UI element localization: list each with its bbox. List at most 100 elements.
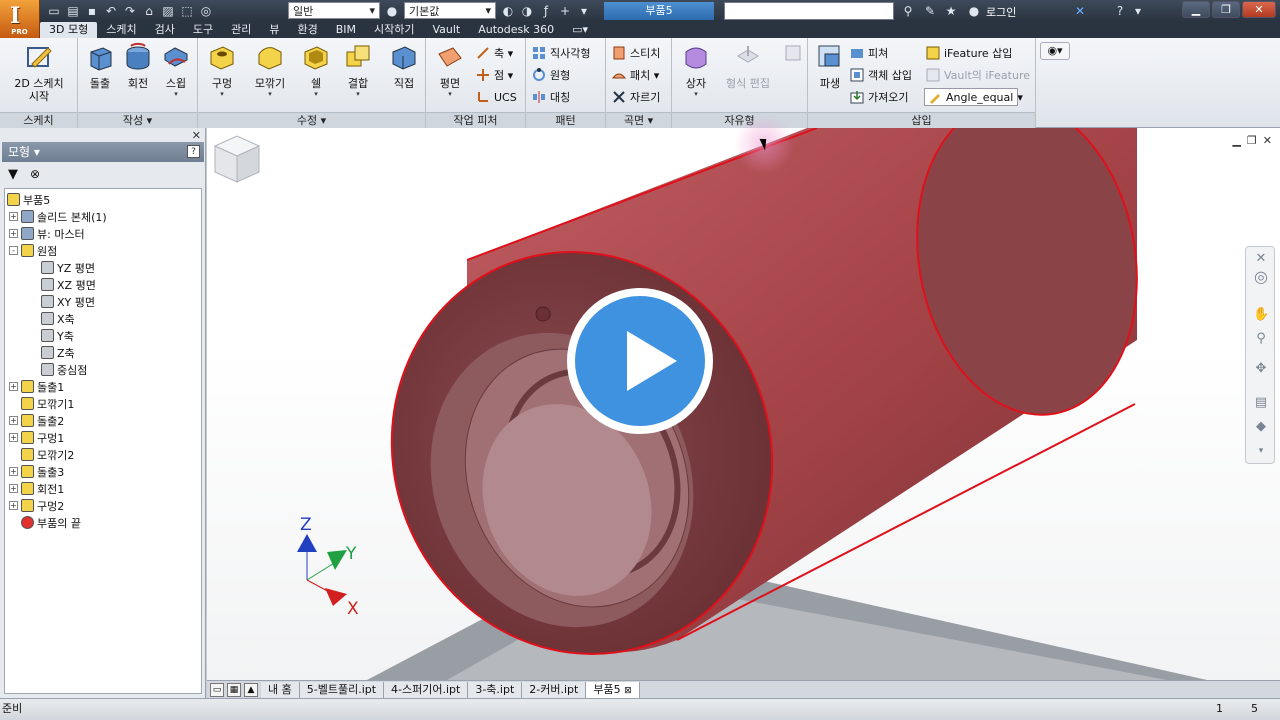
navbar-close-icon[interactable]: ✕	[1253, 251, 1269, 267]
tab-vault[interactable]: Vault	[423, 22, 469, 38]
tree-node[interactable]: 부품5	[7, 191, 50, 208]
tree-expander-icon[interactable]: +	[9, 467, 18, 476]
doc-tab-belt-pulley[interactable]: 5-벨트풀리.ipt	[299, 681, 385, 698]
filter-icon[interactable]: ▼	[8, 167, 18, 182]
tab-manage[interactable]: 관리	[222, 22, 260, 38]
combine-button[interactable]: 결합 ▾	[336, 42, 380, 98]
tab-autodesk-360[interactable]: Autodesk 360	[469, 22, 563, 38]
direct-edit-button[interactable]: 직접	[382, 42, 426, 90]
tab-tools[interactable]: 도구	[184, 22, 222, 38]
tab-bim[interactable]: BIM	[327, 22, 365, 38]
print-icon[interactable]: ▨	[160, 3, 176, 19]
viewport-close-icon[interactable]: ✕	[1263, 134, 1272, 147]
tab-get-started[interactable]: 시작하기	[365, 22, 423, 38]
tree-node[interactable]: YZ 평면	[41, 259, 95, 276]
exchange-icon[interactable]: ✕	[1072, 3, 1088, 19]
tab-list-icon[interactable]: ▲	[244, 682, 258, 697]
tab-view[interactable]: 뷰	[260, 22, 288, 38]
viewport-minimize-icon[interactable]: ▁	[1232, 134, 1240, 147]
browser-header[interactable]: 모형 ▾ ?	[2, 142, 204, 162]
patch-button[interactable]: 패치 ▾	[612, 66, 659, 84]
favorites-icon[interactable]: ★	[943, 3, 959, 19]
trim-button[interactable]: 자르기	[612, 88, 660, 106]
tree-expander-icon[interactable]: +	[9, 416, 18, 425]
steering-wheel-icon[interactable]: ◎	[1253, 269, 1269, 285]
app-menu-button[interactable]: I PRO	[0, 0, 40, 38]
help-dropdown-icon[interactable]: ▾	[1130, 3, 1146, 19]
pan-icon[interactable]: ✋	[1253, 307, 1269, 323]
clear-appearance-icon[interactable]: ◑	[519, 3, 535, 19]
doc-tab-cover[interactable]: 2-커버.ipt	[522, 681, 587, 698]
tree-node[interactable]: X축	[41, 310, 75, 327]
modify-panel-label[interactable]: 수정 ▾	[198, 112, 425, 128]
zoom-icon[interactable]: ⚲	[1253, 331, 1269, 347]
subscription-icon[interactable]: ✎	[922, 3, 938, 19]
tree-node[interactable]: XZ 평면	[41, 276, 96, 293]
ribbon-options-icon[interactable]: ▭▾	[563, 22, 597, 38]
tree-node[interactable]: + 돌출3	[9, 463, 64, 480]
insert-object-button[interactable]: 객체 삽입	[850, 66, 912, 84]
tree-node[interactable]: + 뷰: 마스터	[9, 225, 85, 242]
tree-node[interactable]: 부품의 끝	[9, 514, 81, 531]
tree-expander-icon[interactable]: +	[9, 212, 18, 221]
style-select[interactable]: 일반 ▾	[288, 2, 380, 19]
open-folder-icon[interactable]: ▤	[65, 3, 81, 19]
shell-button[interactable]: 쉘 ▾	[294, 42, 338, 98]
feature-button[interactable]: 피쳐	[850, 44, 888, 62]
ucs-button[interactable]: UCS	[476, 88, 517, 106]
tree-node[interactable]: + 솔리드 본체(1)	[9, 208, 107, 225]
viewcube[interactable]	[207, 128, 267, 188]
tab-3d-model[interactable]: 3D 모형	[40, 22, 98, 38]
view-face-icon[interactable]: ◆	[1253, 419, 1269, 435]
insert-ifeature-button[interactable]: iFeature 삽입	[926, 44, 1012, 62]
tree-node[interactable]: Y축	[41, 327, 74, 344]
tab-sketch[interactable]: 스케치	[97, 22, 145, 38]
undo-icon[interactable]: ↶	[103, 3, 119, 19]
tree-expander-icon[interactable]: +	[9, 229, 18, 238]
orbit-icon[interactable]: ✥	[1253, 361, 1269, 377]
tile-windows-icon[interactable]: ▭	[210, 682, 224, 697]
sweep-button[interactable]: 스윕 ▾	[154, 42, 198, 98]
tree-node[interactable]: - 원점	[9, 242, 57, 259]
restore-button[interactable]: ❐	[1212, 1, 1240, 18]
play-button[interactable]	[567, 288, 713, 434]
hole-button[interactable]: 구멍 ▾	[200, 42, 244, 98]
redo-icon[interactable]: ↷	[122, 3, 138, 19]
user-icon[interactable]: ●	[966, 3, 982, 19]
create-panel-label[interactable]: 작성 ▾	[78, 112, 197, 128]
tree-node[interactable]: + 돌출1	[9, 378, 64, 395]
viewport-restore-icon[interactable]: ❐	[1247, 134, 1257, 147]
graphics-viewport[interactable]: Z Y X ▁ ❐ ✕ ✕ ◎ ✋ ⚲ ✥ ▤ ◆ ▾	[207, 128, 1280, 680]
doc-tab-shaft[interactable]: 3-축.ipt	[468, 681, 523, 698]
surface-panel-label[interactable]: 곡면 ▾	[606, 112, 671, 128]
home-icon[interactable]: ⌂	[141, 3, 157, 19]
ifeature-select[interactable]: Angle_equal ▾	[924, 88, 1023, 106]
tab-close-icon[interactable]: ⊠	[624, 686, 632, 696]
color-ball-icon[interactable]: ●	[384, 3, 400, 19]
box-button[interactable]: 상자 ▾	[674, 42, 718, 98]
tree-node[interactable]: 중심점	[41, 361, 87, 378]
measure-icon[interactable]: +	[557, 3, 573, 19]
tree-expander-icon[interactable]: -	[9, 246, 18, 255]
fillet-button[interactable]: 모깎기 ▾	[248, 42, 292, 98]
tree-expander-icon[interactable]: +	[9, 382, 18, 391]
minimize-button[interactable]: ▁	[1182, 1, 1210, 18]
qat-dropdown-icon[interactable]: ▾	[576, 3, 592, 19]
tab-inspect[interactable]: 검사	[146, 22, 184, 38]
login-link[interactable]: 로그인	[986, 4, 1016, 20]
tree-node[interactable]: + 구멍2	[9, 497, 64, 514]
browser-help-icon[interactable]: ?	[187, 145, 200, 158]
browser-close-icon[interactable]: ✕	[192, 129, 201, 142]
rectangular-pattern-button[interactable]: 직사각형	[532, 44, 590, 62]
search-icon[interactable]: ⚲	[900, 3, 916, 19]
vault-ifeature-button[interactable]: Vault의 iFeature	[926, 66, 1030, 84]
convert-icon[interactable]	[784, 44, 802, 62]
start-2d-sketch-button[interactable]: 2D 스케치 시작	[8, 42, 70, 103]
navbar-dropdown-icon[interactable]: ▾	[1253, 443, 1269, 459]
tree-node[interactable]: XY 평면	[41, 293, 95, 310]
select-icon[interactable]: ⬚	[179, 3, 195, 19]
mirror-button[interactable]: 대칭	[532, 88, 570, 106]
find-icon[interactable]: ⊗	[30, 167, 40, 181]
tree-node[interactable]: 모깎기2	[9, 446, 74, 463]
look-at-icon[interactable]: ▤	[1253, 395, 1269, 411]
